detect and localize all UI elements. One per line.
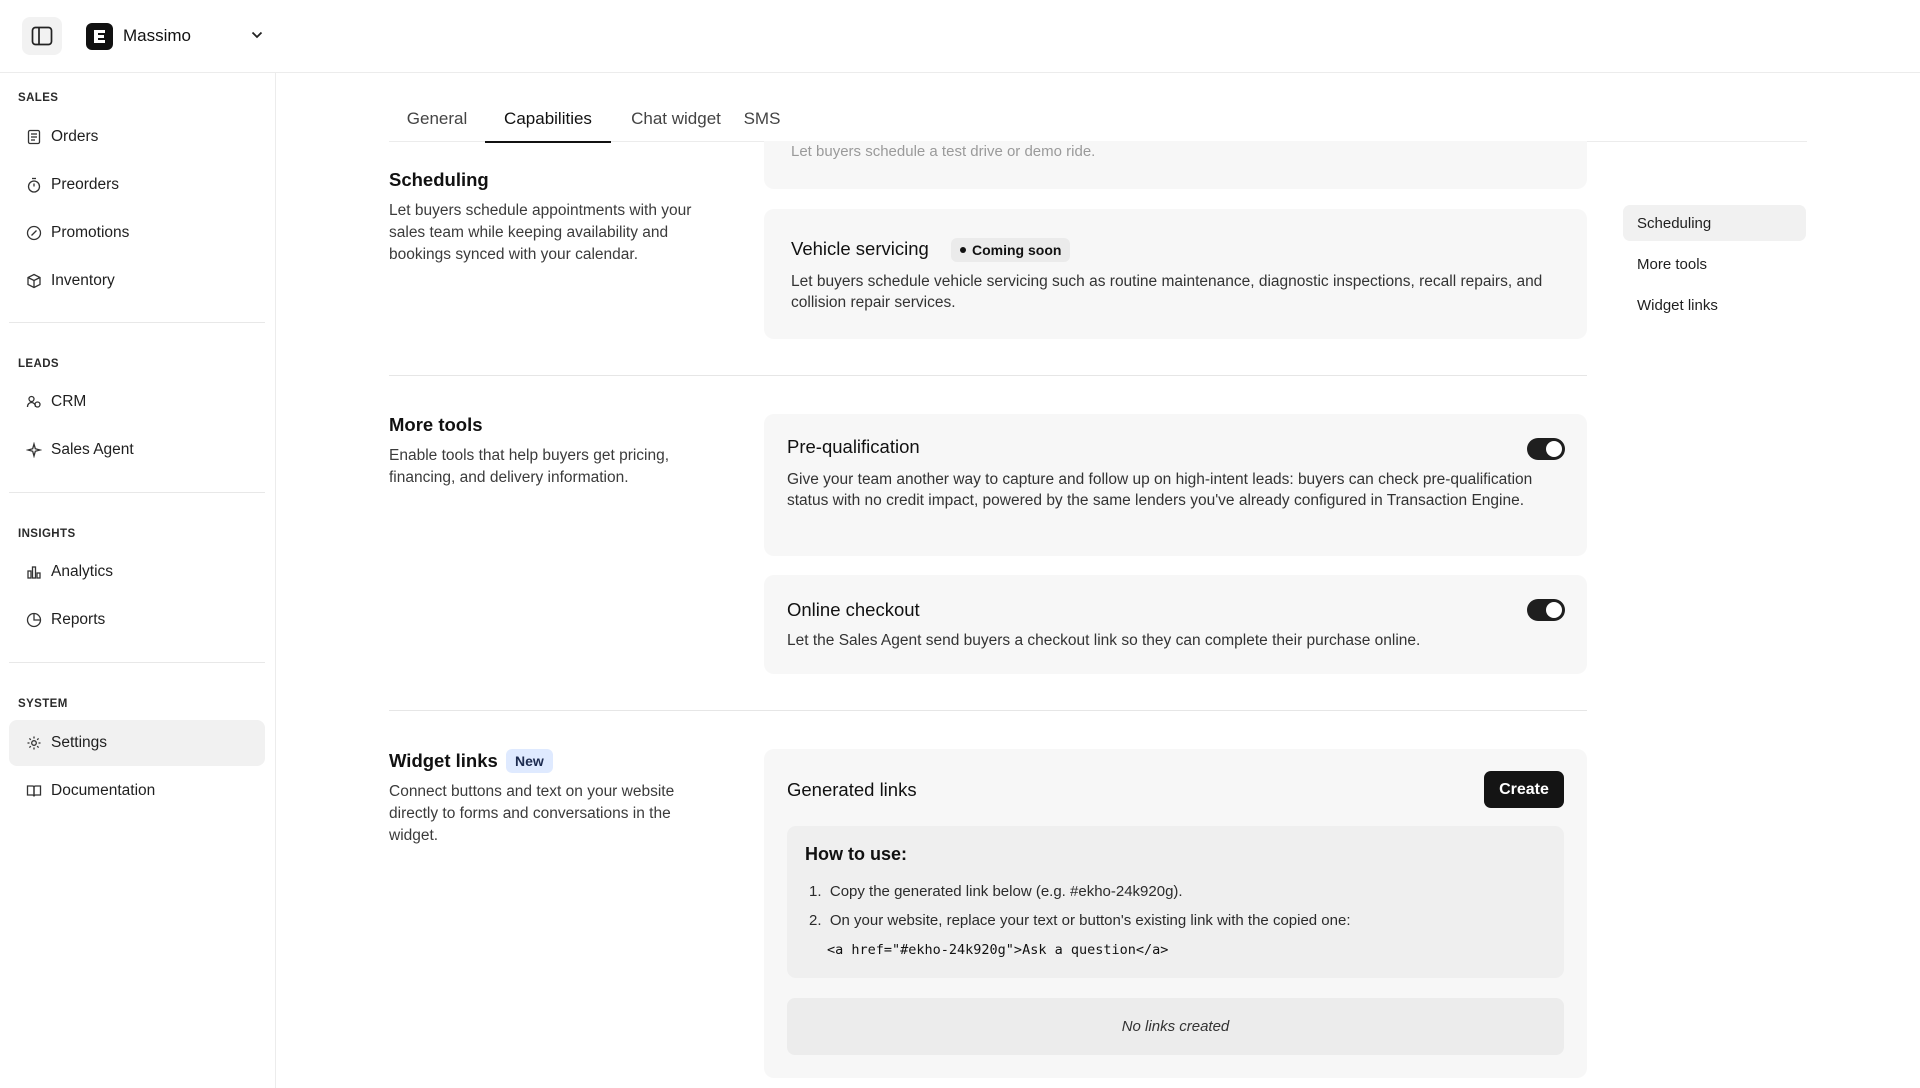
brand-logo-icon	[86, 22, 113, 50]
sidebar-item-label: Orders	[51, 128, 99, 145]
nav-section-sales: SALES	[18, 92, 59, 104]
top-bar: Massimo	[0, 0, 1920, 73]
card-title: Online checkout	[787, 599, 920, 620]
anchor-widget-links[interactable]: Widget links	[1623, 287, 1806, 323]
nav-divider	[9, 492, 265, 493]
sidebar-item-crm[interactable]: CRM	[9, 379, 265, 425]
how-to-step: 2. On your website, replace your text or…	[809, 912, 1351, 929]
sidebar-item-label: Analytics	[51, 563, 114, 580]
workspace-name: Massimo	[123, 26, 192, 45]
sidebar-item-label: Promotions	[51, 224, 130, 241]
section-title-scheduling: Scheduling	[389, 169, 489, 190]
sidebar-item-settings[interactable]: Settings	[9, 720, 265, 766]
online-checkout-toggle[interactable]	[1527, 599, 1565, 621]
sidebar-toggle-button[interactable]	[22, 17, 62, 55]
status-dot-icon	[960, 247, 966, 253]
prequalification-card: Pre-qualification Give your team another…	[764, 414, 1587, 556]
app-root: Massimo SALES Orders Preorders Promotion…	[0, 0, 1920, 1088]
card-title: Vehicle servicing	[791, 238, 929, 259]
sidebar-item-label: Documentation	[51, 782, 156, 799]
sidebar-item-label: Preorders	[51, 176, 120, 193]
create-link-button[interactable]: Create	[1484, 771, 1564, 808]
users-icon	[26, 395, 41, 408]
how-to-title: How to use:	[805, 844, 907, 864]
empty-links-state: No links created	[787, 998, 1564, 1055]
workspace-switcher[interactable]: Massimo	[86, 22, 191, 50]
vehicle-servicing-card: Vehicle servicing Coming soon Let buyers…	[764, 209, 1587, 339]
sidebar-panel-icon	[31, 26, 53, 46]
nav-section-leads: LEADS	[18, 358, 59, 370]
nav-section-system: SYSTEM	[18, 698, 68, 710]
card-title: Pre-qualification	[787, 436, 920, 457]
tab-general[interactable]: General	[407, 96, 467, 142]
sidebar-item-sales-agent[interactable]: Sales Agent	[9, 427, 265, 473]
card-desc: Let the Sales Agent send buyers a checko…	[787, 632, 1421, 649]
card-desc: Let buyers schedule vehicle servicing su…	[791, 273, 1543, 311]
section-desc-scheduling: Let buyers schedule appointments with yo…	[389, 202, 692, 263]
book-icon	[26, 785, 42, 797]
sidebar-item-label: CRM	[51, 393, 87, 410]
tab-capabilities[interactable]: Capabilities	[485, 96, 611, 143]
toggle-knob	[1546, 441, 1562, 457]
nav-divider	[9, 662, 265, 663]
bar-chart-icon	[27, 566, 41, 579]
sidebar-item-promotions[interactable]: Promotions	[9, 210, 265, 256]
badge-label: New	[515, 753, 544, 769]
sidebar: SALES Orders Preorders Promotions Invent…	[0, 73, 276, 1088]
sidebar-item-label: Sales Agent	[51, 441, 134, 458]
sidebar-item-preorders[interactable]: Preorders	[9, 162, 265, 208]
section-desc-more-tools: Enable tools that help buyers get pricin…	[389, 447, 670, 486]
how-to-step: 1. Copy the generated link below (e.g. #…	[809, 883, 1183, 900]
sidebar-item-inventory[interactable]: Inventory	[9, 258, 265, 304]
nav-divider	[9, 322, 265, 323]
new-badge: New	[506, 749, 553, 773]
anchor-scheduling[interactable]: Scheduling	[1623, 205, 1806, 241]
prequalification-toggle[interactable]	[1527, 438, 1565, 460]
tab-sms[interactable]: SMS	[743, 96, 781, 142]
nav-section-insights: INSIGHTS	[18, 528, 76, 540]
sidebar-item-analytics[interactable]: Analytics	[9, 549, 265, 595]
code-example: <a href="#ekho-24k920g">Ask a question</…	[827, 942, 1169, 958]
box-icon	[27, 273, 41, 289]
settings-tabs: General Capabilities Chat widget SMS	[389, 96, 1807, 143]
stopwatch-icon	[27, 177, 41, 193]
section-title-more-tools: More tools	[389, 414, 483, 435]
sidebar-item-label: Settings	[51, 734, 108, 751]
how-to-step-text: On your website, replace your text or bu…	[829, 912, 1351, 929]
discount-icon	[26, 225, 42, 241]
toggle-knob	[1546, 602, 1562, 618]
sidebar-item-documentation[interactable]: Documentation	[9, 768, 265, 814]
badge-label: Coming soon	[972, 242, 1062, 258]
how-to-step-text: Copy the generated link below (e.g. #ekh…	[829, 883, 1183, 900]
document-icon	[27, 129, 41, 145]
pie-chart-icon	[26, 612, 42, 628]
card-title: Generated links	[787, 779, 917, 800]
gear-icon	[27, 736, 41, 750]
section-desc-widget-links: Connect buttons and text on your website…	[389, 783, 675, 844]
section-divider	[389, 375, 1587, 376]
tab-chat-widget[interactable]: Chat widget	[629, 96, 723, 142]
sidebar-item-orders[interactable]: Orders	[9, 114, 265, 160]
test-drive-card-desc: Let buyers schedule a test drive or demo…	[791, 143, 1096, 160]
section-divider	[389, 710, 1587, 711]
coming-soon-badge: Coming soon	[951, 238, 1071, 262]
how-to-use-box: How to use: 1. Copy the generated link b…	[787, 826, 1564, 978]
online-checkout-card: Online checkout Let the Sales Agent send…	[764, 575, 1587, 674]
section-title-widget-links: Widget links	[389, 750, 498, 771]
sidebar-item-label: Reports	[51, 611, 106, 628]
sparkle-icon	[26, 442, 42, 458]
sidebar-item-reports[interactable]: Reports	[9, 597, 265, 643]
card-desc: Give your team another way to capture an…	[787, 471, 1533, 509]
sidebar-item-label: Inventory	[51, 272, 115, 289]
anchor-more-tools[interactable]: More tools	[1623, 246, 1806, 282]
chevron-down-icon[interactable]	[248, 26, 266, 44]
